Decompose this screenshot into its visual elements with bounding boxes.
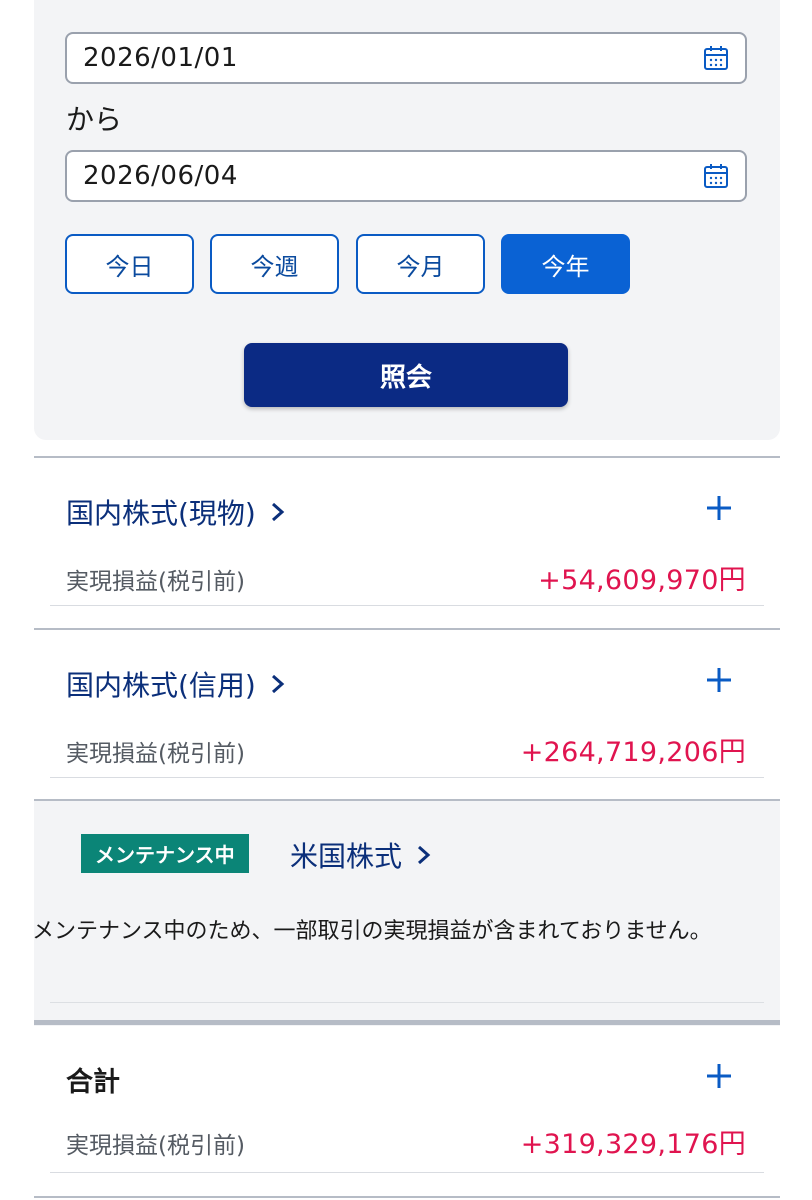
divider <box>34 799 780 801</box>
start-date-value: 2026/01/01 <box>83 43 238 73</box>
realized-pl-label: 実現損益(税引前) <box>66 569 245 595</box>
expand-plus-icon[interactable] <box>705 666 733 694</box>
total-title: 合計 <box>66 1067 120 1098</box>
divider <box>34 1196 780 1198</box>
preset-today-button[interactable]: 今日 <box>65 234 194 294</box>
section-title: 国内株式(信用) <box>66 669 256 702</box>
realized-pl-label: 実現損益(税引前) <box>66 1133 245 1159</box>
calendar-icon[interactable] <box>703 163 729 189</box>
us-stocks-link[interactable]: 米国株式 <box>290 835 432 875</box>
expand-plus-icon[interactable] <box>705 494 733 522</box>
divider <box>50 605 764 606</box>
realized-pl-value: +264,719,206円 <box>520 737 746 768</box>
preset-this-year-button[interactable]: 今年 <box>501 234 630 294</box>
start-date-field[interactable]: 2026/01/01 <box>65 32 747 84</box>
end-date-value: 2026/06/04 <box>83 161 238 191</box>
domestic-spot-link[interactable]: 国内株式(現物) <box>66 492 286 532</box>
preset-this-week-button[interactable]: 今週 <box>210 234 339 294</box>
inquiry-button[interactable]: 照会 <box>244 343 568 407</box>
chevron-right-icon <box>271 502 285 522</box>
chevron-right-icon <box>271 674 285 694</box>
domestic-margin-section: 国内株式(信用) 実現損益(税引前) +264,719,206円 <box>34 628 780 800</box>
divider <box>50 777 764 778</box>
from-label: から <box>66 103 123 136</box>
chevron-right-icon <box>418 845 431 865</box>
maintenance-note: メンテナンス中のため、一部取引の実現損益が含まれておりません。 <box>32 919 712 944</box>
section-title: 国内株式(現物) <box>66 497 256 530</box>
divider <box>34 456 780 458</box>
realized-pl-label: 実現損益(税引前) <box>66 741 245 767</box>
divider <box>50 1002 764 1003</box>
divider <box>34 628 780 630</box>
us-stocks-maintenance-section: メンテナンス中 米国株式 <box>34 799 780 1026</box>
divider <box>50 1172 764 1173</box>
maintenance-badge: メンテナンス中 <box>81 834 249 873</box>
expand-plus-icon[interactable] <box>705 1062 733 1090</box>
divider <box>34 1020 780 1025</box>
total-section: 合計 実現損益(税引前) +319,329,176円 <box>34 1026 780 1200</box>
domestic-margin-link[interactable]: 国内株式(信用) <box>66 664 286 704</box>
total-realized-pl-value: +319,329,176円 <box>520 1129 746 1160</box>
preset-this-month-button[interactable]: 今月 <box>356 234 485 294</box>
date-filter-panel: 2026/01/01 から 2026/06/04 今日 今週 今月 今年 照会 <box>34 0 780 440</box>
realized-pl-value: +54,609,970円 <box>538 565 746 596</box>
end-date-field[interactable]: 2026/06/04 <box>65 150 747 202</box>
calendar-icon[interactable] <box>703 45 729 71</box>
section-title: 米国株式 <box>290 840 403 873</box>
domestic-spot-section: 国内株式(現物) 実現損益(税引前) +54,609,970円 <box>34 456 780 628</box>
